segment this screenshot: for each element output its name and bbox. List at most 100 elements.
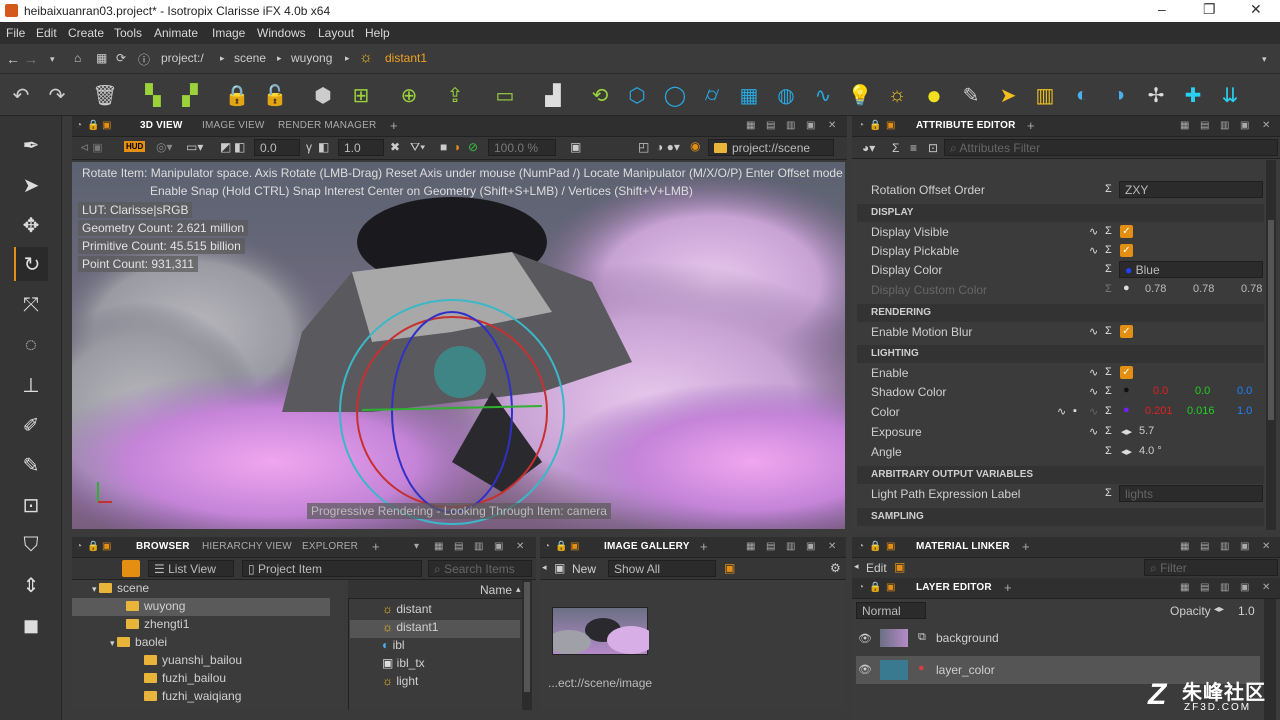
panel-menu-icon[interactable]: ▣ [886,120,896,132]
color-swatch-icon[interactable]: ● [1123,384,1130,396]
panel-pin-icon[interactable]: 🔒 [869,120,881,132]
refresh-icon[interactable]: ⟳ [116,51,126,65]
layout-h-icon[interactable]: ▤ [766,541,776,552]
brush-icon[interactable]: ✎ [14,448,48,482]
close-panel-icon[interactable]: ✕ [1262,541,1271,552]
context-path-dropdown[interactable]: project://scene [708,139,834,156]
section-rendering[interactable]: RENDERING [857,304,1264,322]
sigma-icon[interactable]: Σ [1105,325,1112,337]
panel-menu-icon[interactable]: ▣ [886,582,896,594]
panel-lock-icon[interactable]: ◔ [544,541,554,553]
section-display[interactable]: DISPLAY [857,204,1264,222]
contrast-icon[interactable]: ◑ ●▾ [656,140,680,154]
display-icon[interactable]: ▭▾ [186,140,203,154]
light-bulb-icon[interactable]: 💡 [845,80,875,110]
list-item-light[interactable]: ☼ light [382,674,418,688]
path-item-scene[interactable]: scene [234,51,266,65]
directional-light-icon[interactable]: ➤ [993,80,1023,110]
material-filter-input[interactable]: ⌕ Filter [1144,559,1278,576]
slider-icon[interactable]: ◂▸ [1121,445,1132,458]
angle-value[interactable]: 4.0 ° [1139,445,1162,457]
motion-blur-checkbox[interactable]: ✓ [1120,325,1133,338]
blend-mode-dropdown[interactable]: Normal [856,602,926,619]
tools-icon[interactable]: ✖ [390,140,400,154]
sigma-icon[interactable]: Σ [1105,405,1112,417]
item-list-scrollbar[interactable] [522,580,532,710]
material-edit-button[interactable]: Edit [866,561,887,575]
maximize-panel-icon[interactable]: ▣ [1240,582,1250,593]
chevron-down-icon[interactable]: ▾ [110,638,117,648]
close-panel-icon[interactable]: ✕ [828,541,837,552]
filter-icon[interactable]: ⛛▾ [410,140,425,155]
slider-icon[interactable]: ◂▸ [1121,425,1132,438]
shading-icon[interactable]: ◎▾ [156,140,173,154]
close-panel-icon[interactable]: ✕ [828,120,837,131]
chevron-down-icon[interactable]: ▾ [92,584,99,594]
menu-windows[interactable]: Windows [257,26,306,40]
section-lighting[interactable]: LIGHTING [857,345,1264,363]
forward-arrow-icon[interactable]: → [24,51,38,67]
list-item-ibl[interactable]: ◐ ibl [382,638,405,652]
snapshot-icon[interactable]: ▣ [570,140,581,154]
shadow-color-b[interactable]: 0.0 [1237,385,1252,397]
gamma-icon[interactable]: γ [306,140,312,154]
paint-icon[interactable]: ✐ [14,408,48,442]
panel-lock-icon[interactable]: ◔ [76,541,86,553]
maximize-panel-icon[interactable]: ▣ [806,541,816,552]
sort-arrow-icon[interactable]: ▴ [516,584,521,595]
maximize-panel-icon[interactable]: ▣ [494,541,504,552]
frame-icon[interactable]: ⊡ [14,488,48,522]
home-icon[interactable]: ⌂ [74,51,81,65]
panel-lock-icon[interactable]: ◔ [858,120,868,132]
sync-selection-icon[interactable] [122,560,140,577]
layout-v-icon[interactable]: ▥ [786,541,796,552]
rotation-order-select[interactable]: ZXY [1119,181,1263,198]
measure-icon[interactable]: ⇕ [14,568,48,602]
layout-h-icon[interactable]: ▤ [454,541,464,552]
texture-link-icon[interactable]: ▪ [1073,405,1077,417]
new-image-button[interactable]: New [572,562,596,576]
add-tab-icon[interactable]: + [1022,539,1030,554]
tab-render-manager[interactable]: RENDER MANAGER [278,120,376,131]
panel-menu-icon[interactable]: ▣ [570,541,580,553]
ibl-icon[interactable]: ◐ [1067,80,1097,110]
gamma-toggle-icon[interactable]: ◧ [318,140,329,154]
animate-curve-icon[interactable]: ∿ [1057,405,1066,418]
panel-pin-icon[interactable]: 🔒 [555,541,567,553]
visibility-eye-icon[interactable]: 👁 [858,632,872,645]
info-icon[interactable]: ⓘ [138,51,150,68]
cylinder-icon[interactable]: ⌭ [697,80,727,110]
camera-icon[interactable]: ■ [440,140,447,154]
unlock-icon[interactable]: 🔓 [260,80,290,110]
opacity-value[interactable]: 1.0 [1238,604,1255,618]
history-dropdown-icon[interactable]: ▾ [50,54,55,65]
sigma-icon[interactable]: Σ [1105,263,1112,275]
new-image-icon[interactable]: ▣ [554,561,565,575]
lock-icon[interactable]: 🔒 [222,80,252,110]
menu-image[interactable]: Image [212,26,245,40]
maximize-button[interactable]: ❐ [1203,1,1216,18]
add-tab-icon[interactable]: + [700,539,708,554]
path-current-item[interactable]: distant1 [385,51,427,65]
rotate-icon[interactable]: ↻ [14,247,48,281]
stamp-icon[interactable]: ⊥ [14,368,48,402]
sphere-light-icon[interactable]: ● [919,80,949,110]
reference-icon[interactable]: ⟲ [585,80,615,110]
zoom-field[interactable]: 100.0 % [488,139,556,156]
sigma-icon[interactable]: Σ [1105,385,1112,397]
path-dropdown-icon[interactable]: ▾ [1262,54,1267,65]
tab-image-view[interactable]: IMAGE VIEW [202,120,265,131]
layout-v-icon[interactable]: ▥ [1220,541,1230,552]
layout-v-icon[interactable]: ▥ [1220,120,1230,131]
lpe-input[interactable]: lights [1119,485,1263,502]
sigma-icon[interactable]: Σ [892,141,899,155]
maximize-panel-icon[interactable]: ▣ [806,120,816,131]
grid-plane-icon[interactable]: ▦ [734,80,764,110]
show-all-dropdown[interactable]: Show All [608,560,716,577]
panel-lock-icon[interactable]: ◔ [858,582,868,594]
maximize-panel-icon[interactable]: ▣ [1240,541,1250,552]
panel-pin-icon[interactable]: 🔒 [869,582,881,594]
close-panel-icon[interactable]: ✕ [1262,582,1271,593]
comment-icon[interactable]: ▭ [490,80,520,110]
animate-curve-icon[interactable]: ∿ [1089,385,1098,398]
